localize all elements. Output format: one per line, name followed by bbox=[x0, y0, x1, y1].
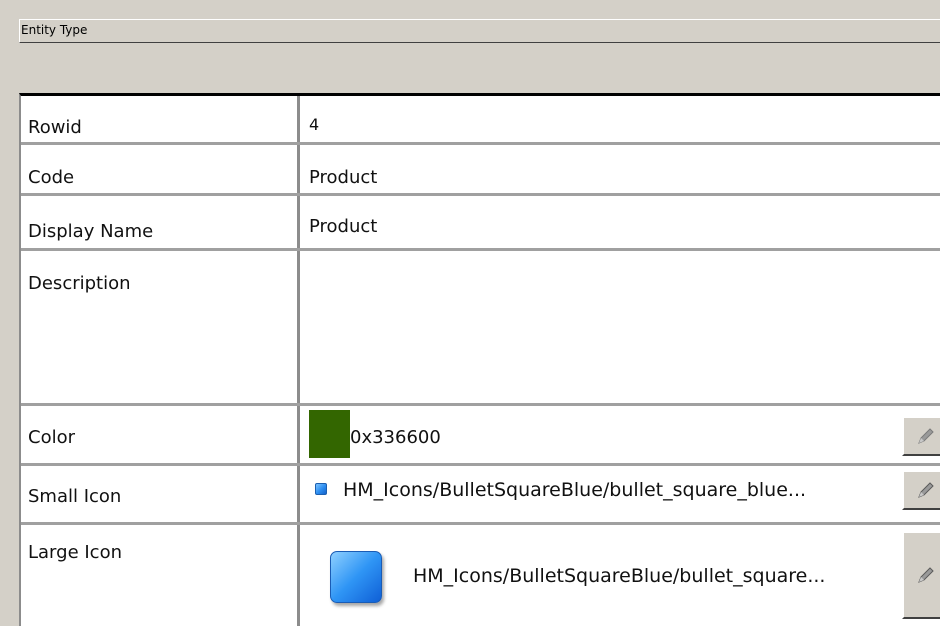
edit-large-icon-button[interactable] bbox=[902, 531, 940, 619]
pencil-icon bbox=[918, 567, 934, 583]
edit-color-button[interactable] bbox=[902, 416, 940, 456]
display-name-value-cell[interactable]: Product bbox=[303, 196, 940, 248]
code-label: Code bbox=[28, 167, 75, 188]
rowid-value-cell[interactable]: 4 bbox=[303, 96, 940, 142]
edit-small-icon-button[interactable] bbox=[902, 470, 940, 510]
rowid-value: 4 bbox=[309, 115, 320, 134]
color-value-cell[interactable]: 0x336600 bbox=[303, 406, 940, 463]
row-display-name: Display Name Product bbox=[21, 196, 940, 251]
pencil-icon bbox=[918, 482, 934, 498]
color-label: Color bbox=[28, 427, 75, 448]
row-rowid: Rowid 4 bbox=[21, 96, 940, 145]
label-cell: Description bbox=[21, 251, 300, 403]
small-icon-label: Small Icon bbox=[28, 486, 122, 507]
bullet-square-blue-icon bbox=[330, 551, 382, 603]
label-cell: Code bbox=[21, 145, 300, 193]
large-icon-label: Large Icon bbox=[28, 542, 122, 563]
code-value-cell[interactable]: Product bbox=[303, 145, 940, 193]
pencil-icon bbox=[918, 428, 934, 444]
large-icon-value-cell[interactable]: HM_Icons/BulletSquareBlue/bullet_square.… bbox=[303, 525, 940, 626]
label-cell: Large Icon bbox=[21, 525, 300, 626]
description-label: Description bbox=[28, 273, 131, 294]
row-description: Description bbox=[21, 251, 940, 406]
entity-type-header: Entity Type bbox=[19, 19, 940, 43]
large-icon-value: HM_Icons/BulletSquareBlue/bullet_square.… bbox=[413, 565, 826, 587]
row-color: Color 0x336600 bbox=[21, 406, 940, 466]
row-small-icon: Small Icon HM_Icons/BulletSquareBlue/bul… bbox=[21, 466, 940, 525]
row-large-icon: Large Icon HM_Icons/BulletSquareBlue/bul… bbox=[21, 525, 940, 626]
small-icon-value: HM_Icons/BulletSquareBlue/bullet_square_… bbox=[343, 479, 807, 501]
display-name-label: Display Name bbox=[28, 221, 154, 242]
code-value: Product bbox=[309, 167, 378, 188]
description-value-cell[interactable] bbox=[303, 251, 940, 403]
label-cell: Rowid bbox=[21, 96, 300, 142]
label-cell: Color bbox=[21, 406, 300, 463]
color-value: 0x336600 bbox=[350, 427, 441, 448]
label-cell: Display Name bbox=[21, 196, 300, 248]
display-name-value: Product bbox=[309, 216, 378, 237]
color-swatch bbox=[309, 410, 350, 458]
label-cell: Small Icon bbox=[21, 466, 300, 522]
bullet-square-blue-icon bbox=[315, 483, 327, 495]
row-code: Code Product bbox=[21, 145, 940, 196]
rowid-label: Rowid bbox=[28, 117, 82, 138]
panel-title: Entity Type bbox=[21, 23, 88, 37]
property-grid: Rowid 4 Code Product Display Name Produc… bbox=[19, 93, 940, 626]
small-icon-value-cell[interactable]: HM_Icons/BulletSquareBlue/bullet_square_… bbox=[303, 466, 940, 522]
